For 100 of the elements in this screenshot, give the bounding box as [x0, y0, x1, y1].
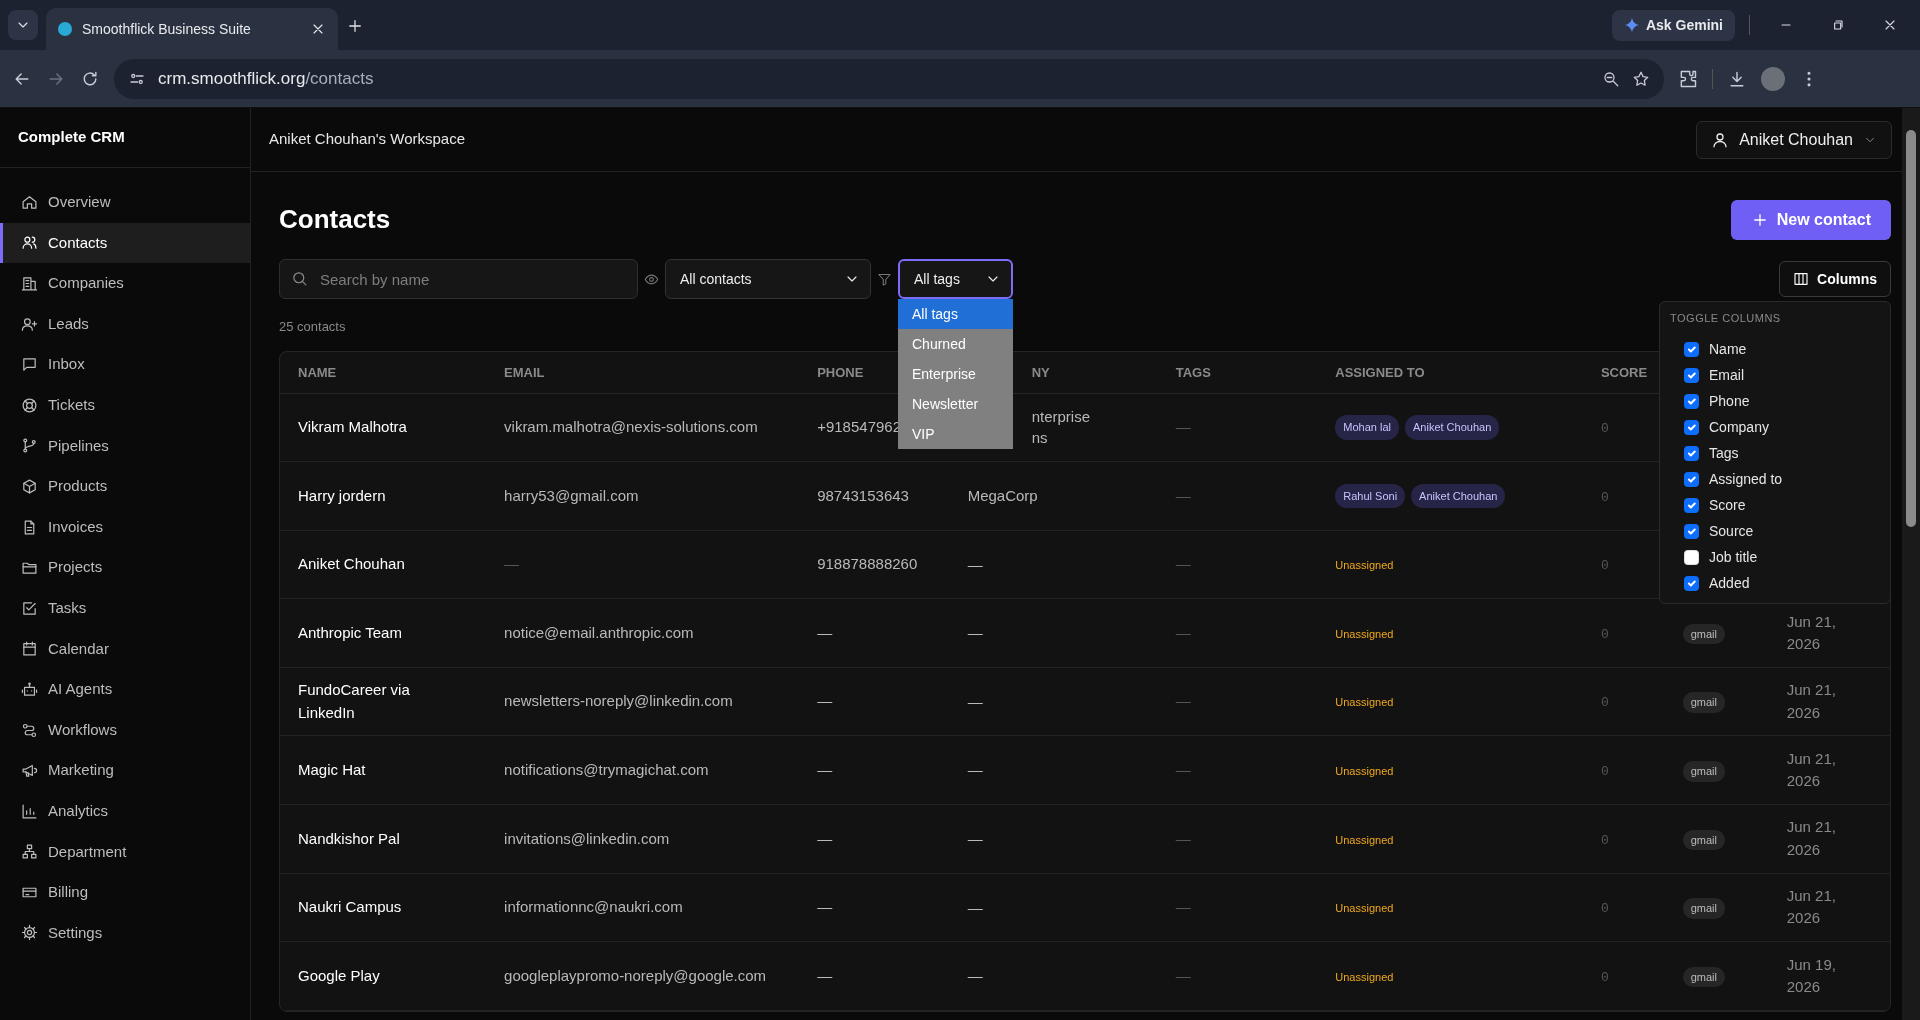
sidebar-item[interactable]: Workflows	[0, 709, 250, 751]
tags-text: —	[1175, 829, 1191, 847]
tags-text: —	[1175, 898, 1191, 916]
address-bar[interactable]: crm.smoothflick.org/contacts	[114, 58, 1664, 99]
sidebar-item[interactable]: Overview	[0, 182, 250, 223]
dropdown-option[interactable]: VIP	[898, 419, 1013, 449]
column-toggle[interactable]: Name	[1684, 336, 1890, 363]
contact-name: Naukri Campus	[298, 898, 402, 916]
tag-filter-select[interactable]: All tags	[898, 259, 1013, 299]
column-header: EMAIL	[504, 364, 545, 380]
sidebar-item[interactable]: Marketing	[0, 750, 250, 791]
company-text: —	[967, 692, 983, 710]
zoom-out-icon[interactable]	[1602, 69, 1620, 88]
email-text: vikram.malhotra@nexis-solutions.com	[504, 418, 758, 436]
column-header: ASSIGNED TO	[1335, 364, 1425, 380]
phone-text: +918547962	[817, 418, 901, 436]
sidebar-item[interactable]: Calendar	[0, 628, 250, 670]
column-toggle[interactable]: Job title	[1684, 544, 1890, 571]
sidebar-item[interactable]: Analytics	[0, 790, 250, 832]
column-toggle[interactable]: Phone	[1684, 388, 1890, 415]
contact-name: FundoCareer via LinkedIn	[298, 681, 410, 721]
ask-gemini-button[interactable]: Ask Gemini	[1611, 9, 1735, 41]
checkbox[interactable]	[1684, 446, 1699, 461]
email-text: —	[504, 555, 520, 573]
filter-icon	[877, 272, 892, 288]
checkbox[interactable]	[1684, 472, 1699, 487]
email-text: notifications@trymagichat.com	[504, 761, 709, 778]
source-tag: gmail	[1682, 623, 1725, 645]
search-icon	[291, 270, 308, 287]
user-menu-button[interactable]: Aniket Chouhan	[1696, 120, 1892, 159]
phone-text: —	[817, 623, 833, 641]
scrollbar[interactable]	[1902, 108, 1920, 1020]
menu-heading: TOGGLE COLUMNS	[1670, 311, 1782, 326]
checkbox[interactable]	[1684, 420, 1699, 435]
sidebar-item[interactable]: AI Agents	[0, 669, 250, 710]
checkbox[interactable]	[1684, 576, 1699, 591]
column-header: NAME	[298, 364, 337, 380]
sidebar-item[interactable]: Invoices	[0, 506, 250, 548]
sidebar-item[interactable]: Leads	[0, 303, 250, 345]
sidebar-item[interactable]: Projects	[0, 547, 250, 588]
contact-name: Vikram Malhotra	[298, 418, 407, 436]
sidebar-item[interactable]: Tasks	[0, 587, 250, 629]
unassigned-label: Unassigned	[1335, 902, 1394, 915]
column-toggle[interactable]: Company	[1684, 414, 1890, 441]
score-text: 0	[1600, 764, 1609, 779]
phone-text: —	[817, 761, 833, 778]
sidebar-item[interactable]: Tickets	[0, 384, 250, 426]
new-contact-button[interactable]: New contact	[1730, 200, 1891, 240]
profile-avatar[interactable]	[1761, 66, 1785, 91]
column-toggle[interactable]: Score	[1684, 492, 1890, 519]
sidebar-item[interactable]: Companies	[0, 263, 250, 304]
assignee-chip: Aniket Chouhan	[1411, 483, 1506, 509]
email-text: googleplaypromo-noreply@google.com	[504, 966, 767, 984]
checkbox[interactable]	[1684, 498, 1699, 513]
checkbox[interactable]	[1684, 524, 1699, 539]
column-header: TAGS	[1175, 364, 1211, 380]
column-toggle[interactable]: Email	[1684, 362, 1890, 389]
column-toggle[interactable]: Tags	[1684, 440, 1890, 467]
checkbox[interactable]	[1684, 342, 1699, 357]
sidebar-item[interactable]: Inbox	[0, 344, 250, 385]
browser-tab[interactable]: Smoothflick Business Suite	[46, 8, 338, 50]
sidebar-item[interactable]: Pipelines	[0, 425, 250, 467]
contact-view-select[interactable]: All contacts	[665, 259, 871, 299]
search-field[interactable]: Search by name	[279, 259, 638, 299]
column-toggle[interactable]: Source	[1684, 518, 1890, 545]
added-date: Jun 21, 2026	[1786, 749, 1836, 790]
contact-name: Google Play	[298, 966, 380, 984]
email-text: notice@email.anthropic.com	[504, 623, 694, 641]
tab-search-button[interactable]	[8, 10, 38, 40]
sidebar-item[interactable]: Contacts	[0, 222, 250, 264]
score-text: 0	[1600, 901, 1609, 917]
sidebar-item[interactable]: Products	[0, 466, 250, 507]
sidebar-item[interactable]: Billing	[0, 872, 250, 913]
person-plus-icon	[21, 315, 38, 333]
sidebar-item[interactable]: Settings	[0, 912, 250, 954]
company-text: nterprise ns	[1031, 407, 1090, 447]
bar-chart-icon	[21, 802, 38, 820]
added-date: Jun 19, 2026	[1786, 955, 1836, 996]
unassigned-label: Unassigned	[1335, 627, 1394, 640]
checkbox[interactable]	[1684, 368, 1699, 383]
contact-count: 25 contacts	[279, 319, 346, 334]
checkbox[interactable]	[1684, 394, 1699, 409]
contact-name: Nandkishor Pal	[298, 829, 400, 847]
settings-icon	[21, 924, 38, 942]
column-toggle[interactable]: Assigned to	[1684, 466, 1890, 493]
unassigned-label: Unassigned	[1335, 765, 1394, 777]
dropdown-option[interactable]: All tags	[898, 299, 1013, 329]
company-text: —	[967, 624, 983, 642]
dropdown-option[interactable]: Enterprise	[898, 359, 1013, 389]
star-icon[interactable]	[1632, 69, 1650, 88]
sidebar-item[interactable]: Department	[0, 831, 250, 873]
score-text: 0	[1600, 695, 1609, 711]
home-icon	[21, 193, 38, 211]
robot-icon	[21, 680, 38, 698]
dropdown-option[interactable]: Newsletter	[898, 389, 1013, 419]
tags-text: —	[1175, 623, 1191, 641]
columns-button[interactable]: Columns	[1779, 261, 1891, 297]
dropdown-option[interactable]: Churned	[898, 329, 1013, 359]
column-toggle[interactable]: Added	[1684, 570, 1890, 597]
puzzle-icon[interactable]	[1678, 68, 1698, 89]
